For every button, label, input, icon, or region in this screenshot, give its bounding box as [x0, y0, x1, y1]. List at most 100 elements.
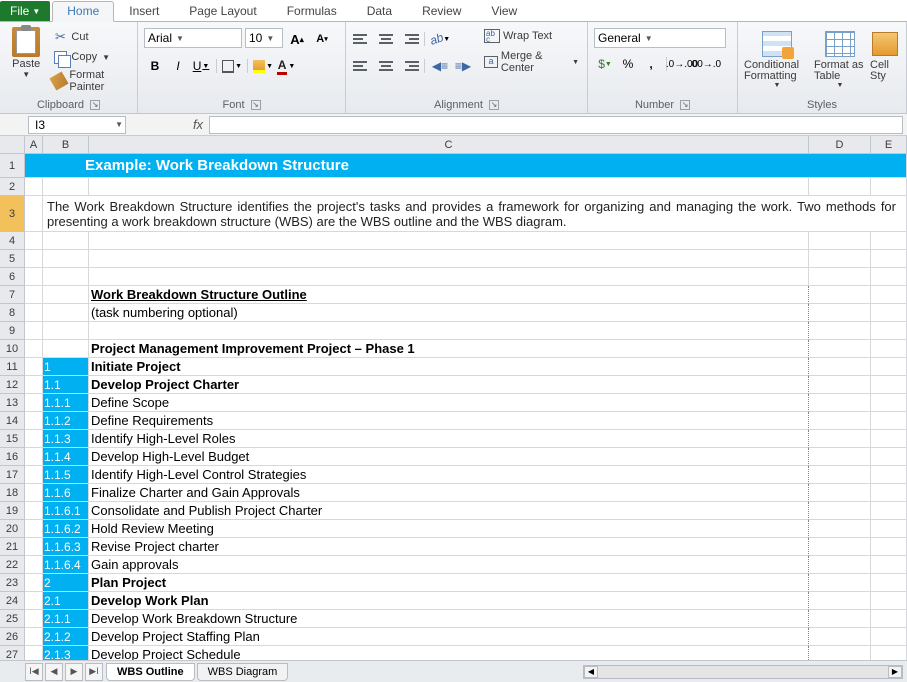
cell-styles-button[interactable]: Cell Sty: [870, 26, 900, 82]
italic-button[interactable]: I: [167, 55, 189, 77]
cell[interactable]: [871, 430, 907, 448]
cell[interactable]: [25, 628, 43, 646]
cell[interactable]: [43, 340, 89, 358]
wbs-number-cell[interactable]: 1.1: [43, 376, 89, 394]
cell[interactable]: [89, 178, 809, 196]
tab-home[interactable]: Home: [52, 1, 114, 22]
cell[interactable]: [43, 322, 89, 340]
cell[interactable]: [871, 628, 907, 646]
cell[interactable]: [809, 610, 871, 628]
wbs-number-cell[interactable]: 1: [43, 358, 89, 376]
increase-indent-button[interactable]: ≡▶: [452, 55, 474, 77]
wbs-task-cell[interactable]: Develop Project Charter: [89, 376, 809, 394]
cell[interactable]: [871, 520, 907, 538]
outline-heading-cell[interactable]: Work Breakdown Structure Outline: [89, 286, 809, 304]
cell[interactable]: [809, 340, 871, 358]
cell[interactable]: [25, 448, 43, 466]
row-header-12[interactable]: 12: [0, 376, 25, 394]
cell[interactable]: [809, 448, 871, 466]
cell[interactable]: [25, 520, 43, 538]
cell[interactable]: [871, 322, 907, 340]
align-middle-button[interactable]: [375, 28, 397, 50]
cell[interactable]: [871, 268, 907, 286]
row-header-10[interactable]: 10: [0, 340, 25, 358]
cell[interactable]: [25, 610, 43, 628]
cell[interactable]: [809, 646, 871, 660]
orientation-button[interactable]: ab▼: [429, 28, 451, 50]
align-center-button[interactable]: [375, 55, 397, 77]
cell[interactable]: [871, 340, 907, 358]
tab-formulas[interactable]: Formulas: [272, 1, 352, 22]
row-header-9[interactable]: 9: [0, 322, 25, 340]
wbs-task-cell[interactable]: Develop Work Breakdown Structure: [89, 610, 809, 628]
row-header-6[interactable]: 6: [0, 268, 25, 286]
cell[interactable]: [25, 556, 43, 574]
file-tab[interactable]: File▼: [0, 1, 50, 21]
cell[interactable]: [871, 358, 907, 376]
wbs-task-cell[interactable]: Revise Project charter: [89, 538, 809, 556]
wbs-task-cell[interactable]: Define Scope: [89, 394, 809, 412]
align-left-button[interactable]: [352, 55, 374, 77]
horizontal-scrollbar[interactable]: ◀ ▶: [583, 665, 903, 679]
cell[interactable]: [25, 502, 43, 520]
tab-data[interactable]: Data: [352, 1, 407, 22]
column-header-A[interactable]: A: [25, 136, 43, 154]
wbs-task-cell[interactable]: Define Requirements: [89, 412, 809, 430]
cell[interactable]: [871, 646, 907, 660]
row-header-16[interactable]: 16: [0, 448, 25, 466]
cell[interactable]: [871, 376, 907, 394]
cell[interactable]: [25, 394, 43, 412]
tab-view[interactable]: View: [476, 1, 532, 22]
wrap-text-button[interactable]: abcWrap Text: [482, 28, 581, 44]
cell[interactable]: [871, 448, 907, 466]
select-all-corner[interactable]: [0, 136, 25, 154]
row-header-11[interactable]: 11: [0, 358, 25, 376]
tab-review[interactable]: Review: [407, 1, 476, 22]
dialog-launcher[interactable]: ↘: [90, 100, 100, 110]
wbs-number-cell[interactable]: 1.1.6: [43, 484, 89, 502]
cell[interactable]: [809, 466, 871, 484]
cut-button[interactable]: ✂Cut: [50, 28, 131, 46]
cell[interactable]: [871, 178, 907, 196]
row-header-4[interactable]: 4: [0, 232, 25, 250]
underline-button[interactable]: U▼: [190, 55, 212, 77]
row-header-17[interactable]: 17: [0, 466, 25, 484]
cell[interactable]: [871, 592, 907, 610]
row-header-3[interactable]: 3: [0, 196, 25, 232]
wbs-task-cell[interactable]: Develop Project Staffing Plan: [89, 628, 809, 646]
cell[interactable]: [43, 178, 89, 196]
cell[interactable]: [809, 412, 871, 430]
comma-button[interactable]: ,: [640, 53, 662, 75]
wbs-task-cell[interactable]: Identify High-Level Control Strategies: [89, 466, 809, 484]
scroll-right-button[interactable]: ▶: [888, 666, 902, 678]
column-header-D[interactable]: D: [809, 136, 871, 154]
dialog-launcher[interactable]: ↘: [680, 100, 690, 110]
accounting-format-button[interactable]: $▼: [594, 53, 616, 75]
cell[interactable]: [809, 430, 871, 448]
wbs-task-cell[interactable]: Develop High-Level Budget: [89, 448, 809, 466]
row-header-19[interactable]: 19: [0, 502, 25, 520]
cell[interactable]: [25, 538, 43, 556]
scroll-left-button[interactable]: ◀: [584, 666, 598, 678]
wbs-number-cell[interactable]: 1.1.5: [43, 466, 89, 484]
wbs-task-cell[interactable]: Initiate Project: [89, 358, 809, 376]
cell[interactable]: [809, 484, 871, 502]
row-header-18[interactable]: 18: [0, 484, 25, 502]
row-header-13[interactable]: 13: [0, 394, 25, 412]
row-header-20[interactable]: 20: [0, 520, 25, 538]
wbs-task-cell[interactable]: Plan Project: [89, 574, 809, 592]
cell[interactable]: [871, 538, 907, 556]
merge-center-button[interactable]: Merge & Center▼: [482, 49, 581, 75]
cell[interactable]: [89, 268, 809, 286]
cell[interactable]: [25, 574, 43, 592]
cell[interactable]: [809, 502, 871, 520]
cell[interactable]: [25, 430, 43, 448]
font-name-select[interactable]: Arial▼: [144, 28, 242, 48]
formula-bar[interactable]: [209, 116, 903, 134]
cell[interactable]: [809, 268, 871, 286]
cell[interactable]: [871, 466, 907, 484]
cell[interactable]: [25, 646, 43, 660]
row-header-22[interactable]: 22: [0, 556, 25, 574]
cell[interactable]: [809, 394, 871, 412]
cell[interactable]: [25, 178, 43, 196]
